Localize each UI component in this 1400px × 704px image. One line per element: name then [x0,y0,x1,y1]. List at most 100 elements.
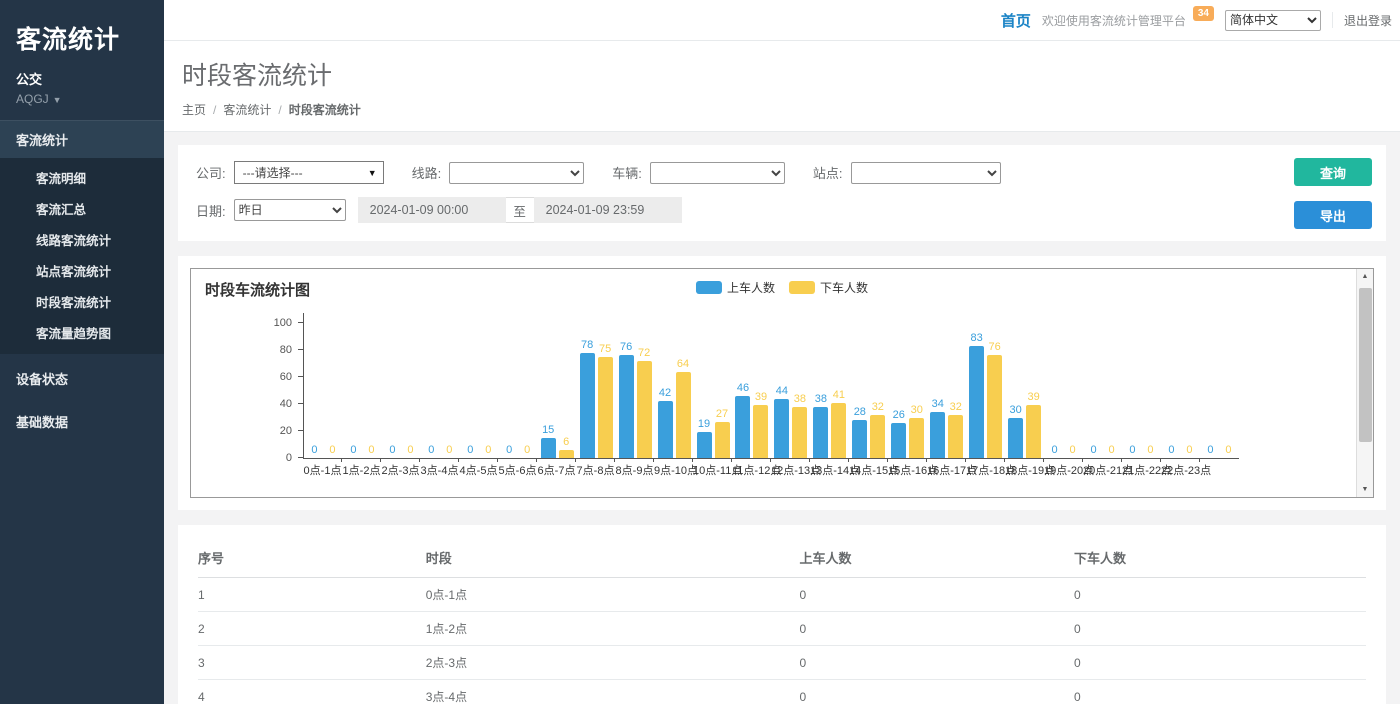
sidebar-subitem-客流量趋势图[interactable]: 客流量趋势图 [0,317,164,348]
sidebar-subitem-客流明细[interactable]: 客流明细 [0,162,164,193]
sidebar-subitem-线路客流统计[interactable]: 线路客流统计 [0,224,164,255]
bar-group-15点-16点: 2630 [888,313,927,458]
bar-下车人数[interactable] [792,407,807,458]
bar-上车人数[interactable] [658,401,673,458]
bar-column: 34 [930,398,945,458]
bar-column: 6 [559,436,574,458]
bar-column: 0 [385,444,400,458]
chart-scrollbar[interactable]: ▲ ▼ [1356,269,1373,497]
bar-上车人数[interactable] [813,407,828,458]
table-cell: 0 [1074,646,1366,680]
bar-下车人数[interactable] [987,355,1002,458]
breadcrumb-item[interactable]: 客流统计 [223,101,271,118]
y-axis-tick [298,349,304,350]
breadcrumb-item[interactable]: 主页 [182,101,206,118]
x-axis-label: 7点-8点 [576,459,615,478]
bar-上车人数[interactable] [735,396,750,458]
scrollbar-thumb[interactable] [1359,288,1372,442]
sidebar-subitem-时段客流统计[interactable]: 时段客流统计 [0,286,164,317]
bar-group-13点-14点: 3841 [810,313,849,458]
bar-下车人数[interactable] [831,403,846,458]
profile-user-label: AQGJ [16,92,49,106]
bar-下车人数[interactable] [753,405,768,458]
date-preset-select[interactable]: 昨日 [234,199,346,221]
bar-value-label: 34 [932,398,944,411]
bar-column: 0 [307,444,322,458]
breadcrumb: 主页/客流统计/时段客流统计 [182,101,1400,118]
bar-group-19点-20点: 00 [1044,313,1083,458]
bar-value-label: 32 [950,401,962,414]
date-from-input[interactable] [358,197,506,223]
station-select[interactable] [851,162,1001,184]
x-axis-label: 8点-9点 [615,459,654,478]
query-button[interactable]: 查询 [1294,158,1372,186]
bar-group-3点-4点: 00 [421,313,460,458]
bar-group-4点-5点: 00 [460,313,499,458]
bar-下车人数[interactable] [715,422,730,458]
filter-row-1: 公司: ---请选择--- ▼ 线路: 车辆: 站点: [196,161,1368,184]
bar-上车人数[interactable] [1008,418,1023,459]
bar-value-label: 0 [368,444,374,457]
bar-上车人数[interactable] [580,353,595,458]
x-axis-label: 2点-3点 [381,459,420,478]
bar-value-label: 19 [698,418,710,431]
profile-user-menu[interactable]: AQGJ▼ [16,92,148,106]
bar-下车人数[interactable] [909,418,924,459]
sidebar-item-device-status[interactable]: 设备状态 [0,360,164,397]
page-title: 时段客流统计 [182,56,1400,92]
bar-下车人数[interactable] [637,361,652,458]
chart-plot: 0204060801000000000000001567875767242641… [303,313,1239,459]
bar-下车人数[interactable] [948,415,963,458]
bar-下车人数[interactable] [1026,405,1041,458]
sidebar-item-passenger-stats[interactable]: 客流统计 [0,120,164,158]
table-cell: 0 [800,646,1074,680]
bar-value-label: 0 [506,444,512,457]
sidebar-subitem-站点客流统计[interactable]: 站点客流统计 [0,255,164,286]
sidebar-item-base-data[interactable]: 基础数据 [0,403,164,440]
bar-上车人数[interactable] [541,438,556,458]
scroll-up-icon[interactable]: ▲ [1357,269,1374,284]
scroll-down-icon[interactable]: ▼ [1357,482,1374,497]
bar-上车人数[interactable] [891,423,906,458]
bar-value-label: 0 [329,444,335,457]
home-link[interactable]: 首页 [1001,10,1031,31]
topbar: 首页 欢迎使用客流统计管理平台 34 简体中文 退出登录 [164,0,1400,41]
scrollbar-track[interactable] [1357,284,1374,482]
bar-value-label: 28 [854,406,866,419]
company-select[interactable]: ---请选择--- ▼ [234,161,384,184]
legend-item-下车人数[interactable]: 下车人数 [789,279,868,296]
table-header-row: 序号时段上车人数下车人数 [198,539,1366,578]
legend-swatch [696,281,722,294]
language-select[interactable]: 简体中文 [1225,10,1321,31]
legend-item-上车人数[interactable]: 上车人数 [696,279,775,296]
bar-column: 30 [909,404,924,459]
table-row: 10点-1点00 [198,578,1366,612]
table-cell: 0 [800,680,1074,704]
y-axis-label: 0 [256,452,292,464]
bar-上车人数[interactable] [619,355,634,458]
bar-下车人数[interactable] [559,450,574,458]
x-axis-label: 3点-4点 [420,459,459,478]
station-label: 站点: [813,163,843,182]
bar-上车人数[interactable] [852,420,867,458]
notification-badge[interactable]: 34 [1193,6,1214,21]
bar-上车人数[interactable] [774,399,789,458]
bar-group-18点-19点: 3039 [1005,313,1044,458]
bar-上车人数[interactable] [930,412,945,458]
export-button[interactable]: 导出 [1294,201,1372,229]
bar-column: 0 [364,444,379,458]
bar-上车人数[interactable] [697,432,712,458]
bar-group-20点-21点: 00 [1083,313,1122,458]
bar-下车人数[interactable] [598,357,613,458]
y-axis-label: 80 [256,344,292,356]
table-header-cell: 时段 [426,539,800,578]
bar-下车人数[interactable] [676,372,691,458]
sidebar-subitem-客流汇总[interactable]: 客流汇总 [0,193,164,224]
line-select[interactable] [449,162,584,184]
bar-下车人数[interactable] [870,415,885,458]
vehicle-select[interactable] [650,162,785,184]
logout-link[interactable]: 退出登录 [1344,12,1392,29]
bar-上车人数[interactable] [969,346,984,458]
date-to-input[interactable] [534,197,682,223]
bar-column: 76 [619,341,634,458]
